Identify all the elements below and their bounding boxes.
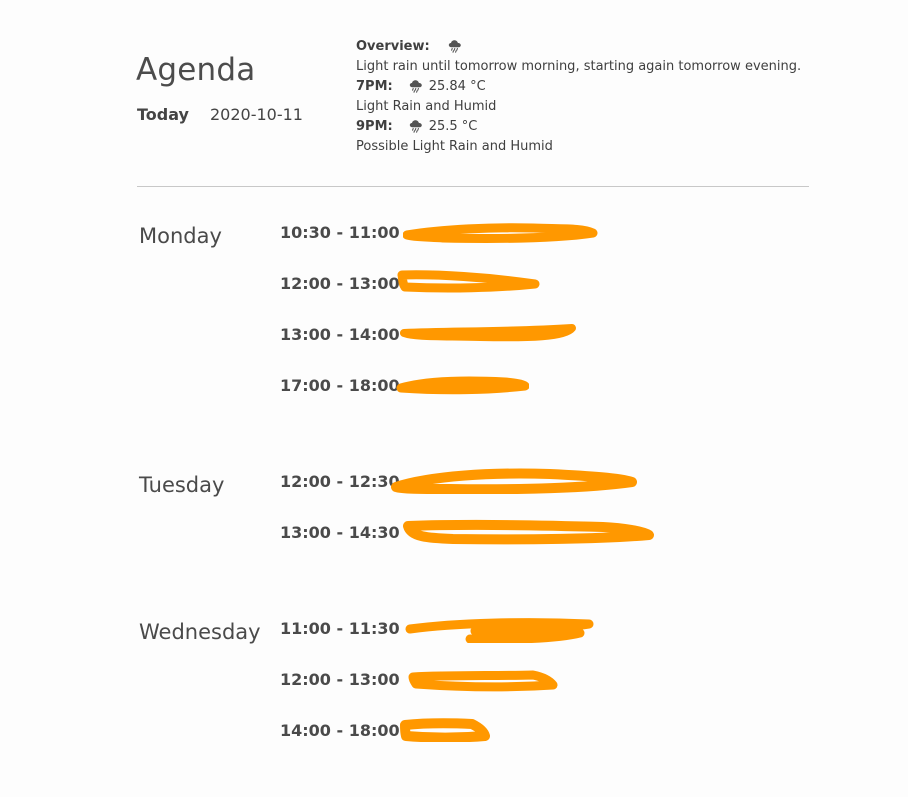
redaction-scribble xyxy=(405,618,594,643)
redaction-scribble xyxy=(396,376,529,395)
redaction-scribble xyxy=(391,468,637,494)
today-label: Today xyxy=(137,105,189,124)
event-title-redacted[interactable] xyxy=(403,519,655,545)
event-title-redacted[interactable] xyxy=(395,375,529,395)
event-time: 12:00 - 13:00 xyxy=(280,274,400,293)
weather-hour-temp: 25.5 °C xyxy=(428,119,478,134)
weather-overview-row: Overview: xyxy=(356,37,836,57)
day-heading-wednesday: Wednesday xyxy=(139,620,261,644)
redaction-scribble xyxy=(403,519,654,545)
event-title-redacted[interactable] xyxy=(403,223,598,243)
weather-hour-row: 7PM: 25.84 °C xyxy=(356,77,836,97)
weather-summary: Light rain until tomorrow morning, start… xyxy=(356,59,802,74)
event-time: 13:00 - 14:00 xyxy=(280,325,400,344)
redaction-scribble xyxy=(408,670,558,692)
weather-panel: Overview: Light rain until tomorrow morn… xyxy=(356,37,836,157)
event-time: 14:00 - 18:00 xyxy=(280,721,400,740)
event-title-redacted[interactable] xyxy=(397,269,541,293)
redaction-scribble xyxy=(403,223,598,243)
weather-overview-label: Overview: xyxy=(356,39,430,54)
rain-cloud-icon xyxy=(409,119,423,133)
day-heading-tuesday: Tuesday xyxy=(139,473,225,497)
event-title-redacted[interactable] xyxy=(400,323,580,343)
event-time: 10:30 - 11:00 xyxy=(280,223,400,242)
weather-hour-temp: 25.84 °C xyxy=(428,79,486,94)
redaction-scribble xyxy=(397,270,540,293)
weather-hour-desc: Light Rain and Humid xyxy=(356,99,497,114)
redaction-scribble xyxy=(400,324,576,342)
rain-cloud-icon xyxy=(409,79,423,93)
event-time: 17:00 - 18:00 xyxy=(280,376,400,395)
event-time: 13:00 - 14:30 xyxy=(280,523,400,542)
divider xyxy=(137,186,809,187)
event-time: 11:00 - 11:30 xyxy=(280,619,400,638)
weather-hour-desc: Possible Light Rain and Humid xyxy=(356,139,553,154)
event-title-redacted[interactable] xyxy=(405,615,595,643)
rain-cloud-icon xyxy=(448,39,462,53)
event-time: 12:00 - 13:00 xyxy=(280,670,400,689)
event-time: 12:00 - 12:30 xyxy=(280,472,400,491)
today-date: 2020-10-11 xyxy=(210,105,303,124)
page-title: Agenda xyxy=(136,52,256,88)
weather-hour-time: 7PM: xyxy=(356,79,393,94)
day-heading-monday: Monday xyxy=(139,224,222,248)
event-title-redacted[interactable] xyxy=(390,468,638,494)
weather-hour-time: 9PM: xyxy=(356,119,393,134)
redaction-scribble xyxy=(400,718,490,742)
weather-hour-row: 9PM: 25.5 °C xyxy=(356,117,836,137)
event-title-redacted[interactable] xyxy=(408,669,558,693)
event-title-redacted[interactable] xyxy=(400,718,490,742)
